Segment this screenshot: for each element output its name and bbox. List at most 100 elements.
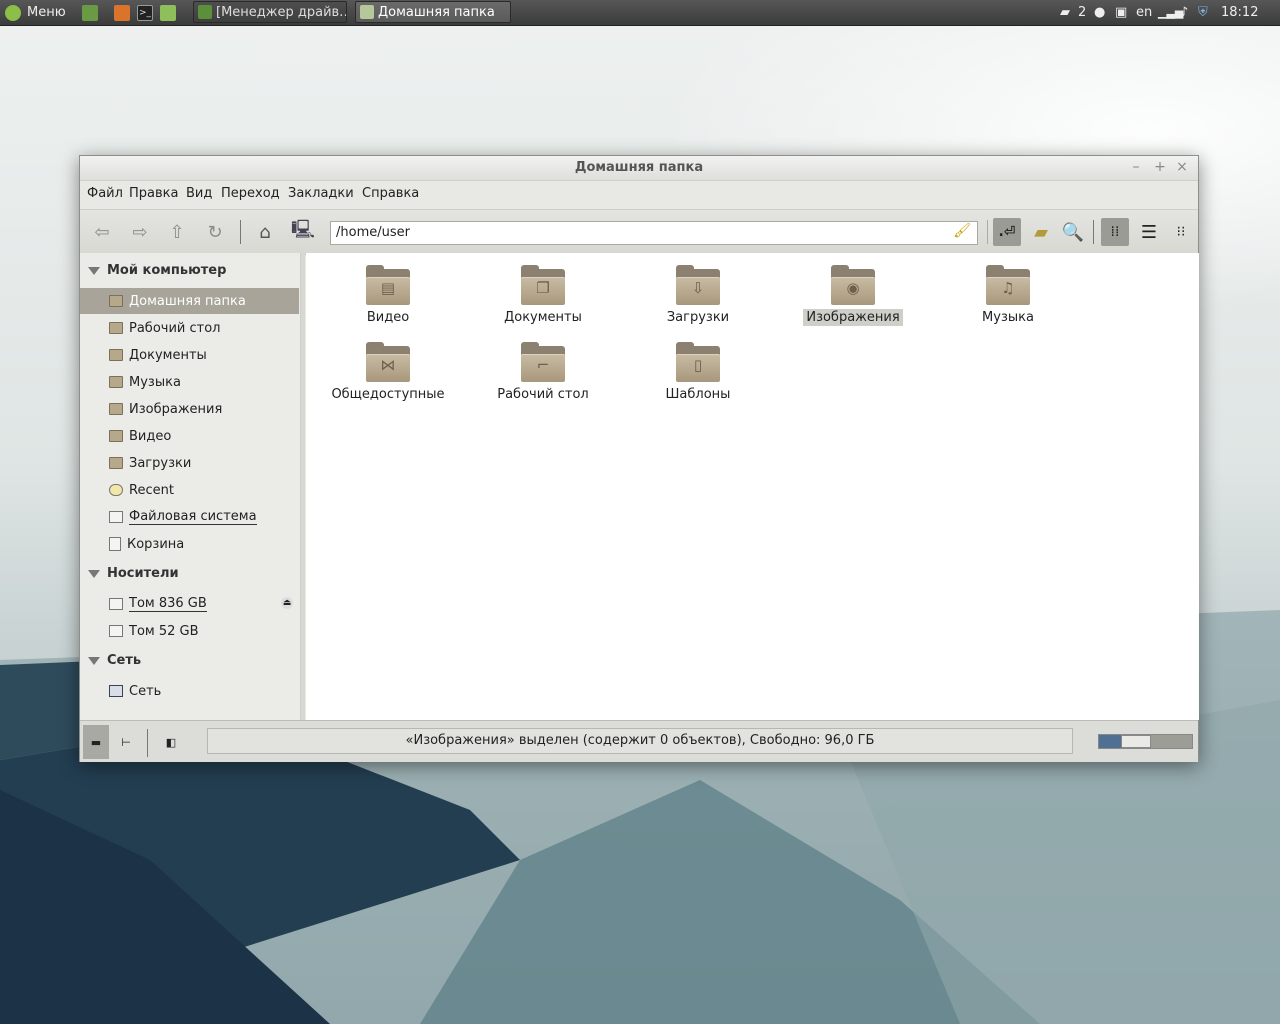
- sidebar-splitter[interactable]: [301, 253, 305, 720]
- sidebar-item-filesystem[interactable]: Файловая система: [80, 504, 299, 530]
- sidebar-item-videos[interactable]: Видео: [80, 423, 299, 449]
- zoom-handle[interactable]: [1121, 735, 1151, 748]
- toolbar-separator: [240, 220, 241, 244]
- up-button[interactable]: ⇧: [163, 218, 191, 246]
- user-applet[interactable]: ●: [1094, 0, 1105, 25]
- sidebar-item-label: Корзина: [127, 536, 185, 552]
- sidebar-item-pictures[interactable]: Изображения: [80, 396, 299, 422]
- new-folder-button[interactable]: ▰: [1027, 218, 1055, 246]
- file-label: Видео: [366, 310, 410, 325]
- file-label: Загрузки: [666, 310, 730, 325]
- sidebar-item-home[interactable]: Домашняя папка: [80, 288, 299, 314]
- clock-icon: [109, 484, 123, 496]
- keyboard-layout-applet[interactable]: en: [1136, 0, 1152, 25]
- file-label: Рабочий стол: [497, 387, 589, 402]
- show-tree-button[interactable]: ⊢: [113, 725, 139, 759]
- zoom-slider[interactable]: [1098, 734, 1193, 749]
- tree-icon: ⊢: [121, 735, 131, 749]
- expander-icon: [88, 656, 100, 665]
- section-title: Сеть: [107, 653, 142, 668]
- menu-button[interactable]: Меню: [5, 0, 66, 25]
- eject-icon[interactable]: ⏏: [281, 597, 293, 609]
- launcher-terminal[interactable]: >_: [137, 0, 153, 25]
- launcher-firefox[interactable]: [114, 0, 130, 25]
- file-item-public[interactable]: ⋈ Общедоступные: [323, 342, 453, 403]
- taskbar-home-folder[interactable]: Домашняя папка: [355, 1, 511, 23]
- back-button[interactable]: ⇦: [88, 218, 116, 246]
- removable-drives-applet[interactable]: ▣: [1115, 0, 1127, 25]
- sidebar-item-recent[interactable]: Recent: [80, 477, 299, 503]
- file-label: Общедоступные: [331, 387, 445, 402]
- menu-view[interactable]: Вид: [186, 186, 212, 201]
- menu-edit[interactable]: Правка: [129, 186, 178, 201]
- icon-view-button[interactable]: ⁞⁞: [1101, 218, 1129, 246]
- update-applet[interactable]: ⛨: [1198, 0, 1208, 25]
- grid-icon: ⁞⁞: [1110, 224, 1120, 240]
- sound-applet[interactable]: ♪: [1180, 0, 1188, 25]
- shield-icon: ⛨: [1198, 5, 1208, 20]
- file-item-music[interactable]: ♫ Музыка: [943, 265, 1073, 326]
- home-icon: ⌂: [259, 221, 271, 243]
- launcher-show-desktop[interactable]: [82, 0, 98, 25]
- show-places-button[interactable]: ▬: [83, 725, 109, 759]
- folder-documents-icon: [109, 349, 123, 361]
- sidebar-item-desktop[interactable]: Рабочий стол: [80, 315, 299, 341]
- file-item-downloads[interactable]: ⇩ Загрузки: [633, 265, 763, 326]
- close-button[interactable]: ×: [1174, 159, 1190, 175]
- file-item-pictures[interactable]: ◉ Изображения: [788, 265, 918, 326]
- sidebar-section-computer[interactable]: Мой компьютер: [88, 263, 226, 278]
- compact-view-button[interactable]: ⁝⁝: [1167, 218, 1195, 246]
- minimize-button[interactable]: –: [1128, 159, 1144, 175]
- notifications-applet[interactable]: ▰ 2: [1060, 0, 1086, 25]
- file-item-videos[interactable]: ▤ Видео: [323, 265, 453, 326]
- folder-icon: [360, 5, 374, 19]
- launcher-files[interactable]: [160, 0, 176, 25]
- sidebar-item-network[interactable]: Сеть: [80, 678, 299, 704]
- toggle-sidebar-button[interactable]: ◧: [158, 725, 184, 759]
- sidebar-item-label: Том 52 GB: [129, 623, 199, 639]
- toggle-location-entry-button[interactable]: .⏎: [993, 218, 1021, 246]
- menu-go[interactable]: Переход: [221, 186, 280, 201]
- terminal-icon: >_: [137, 4, 153, 21]
- sidebar-item-label: Recent: [129, 482, 174, 498]
- sidebar-section-network[interactable]: Сеть: [88, 653, 141, 668]
- sidebar-item-downloads[interactable]: Загрузки: [80, 450, 299, 476]
- file-view[interactable]: ▤ Видео ❐ Документы ⇩ Загрузки ◉ Изображ…: [306, 253, 1199, 720]
- clock[interactable]: 18:12: [1221, 0, 1258, 25]
- maximize-button[interactable]: +: [1152, 159, 1168, 175]
- location-bar[interactable]: /home/user 🖌: [330, 221, 978, 245]
- forward-button[interactable]: ⇨: [126, 218, 154, 246]
- sidebar-section-devices[interactable]: Носители: [88, 566, 179, 581]
- sidebar-item-volume-836[interactable]: Том 836 GB ⏏: [80, 591, 299, 617]
- list-view-button[interactable]: ☰: [1135, 218, 1163, 246]
- file-item-templates[interactable]: ▯ Шаблоны: [633, 342, 763, 403]
- sidebar-item-documents[interactable]: Документы: [80, 342, 299, 368]
- status-bar: ▬ ⊢ ◧ «Изображения» выделен (содержит 0 …: [80, 720, 1198, 762]
- folder-video-icon: [109, 430, 123, 442]
- sidebar-icon: ◧: [165, 735, 177, 749]
- menu-bookmarks[interactable]: Закладки: [288, 186, 354, 201]
- menu-file[interactable]: Файл: [87, 186, 123, 201]
- folder-documents-icon: ❐: [521, 265, 565, 305]
- window-titlebar[interactable]: Домашняя папка – + ×: [80, 156, 1198, 181]
- location-entry-icon: .⏎: [998, 224, 1016, 240]
- reload-button[interactable]: ↻: [201, 218, 229, 246]
- search-button[interactable]: 🔍: [1059, 218, 1087, 246]
- menu-help[interactable]: Справка: [362, 186, 419, 201]
- clock-time: 18:12: [1221, 5, 1259, 20]
- music-note-icon: ♪: [1180, 5, 1189, 20]
- sidebar-item-trash[interactable]: Корзина: [80, 531, 299, 557]
- task-label: [Менеджер драйв…: [216, 4, 347, 20]
- keyboard-layout: en: [1136, 5, 1153, 20]
- file-item-documents[interactable]: ❐ Документы: [478, 265, 608, 326]
- file-label: Музыка: [982, 310, 1034, 325]
- file-manager-window: Домашняя папка – + × Файл Правка Вид Пер…: [79, 155, 1199, 762]
- home-button[interactable]: ⌂: [251, 218, 279, 246]
- zoom-fill: [1099, 735, 1121, 748]
- file-item-desktop[interactable]: ⌐ Рабочий стол: [478, 342, 608, 403]
- computer-button[interactable]: 🖳: [289, 218, 317, 246]
- clear-location-icon[interactable]: 🖌: [953, 223, 971, 239]
- sidebar-item-volume-52[interactable]: Том 52 GB: [80, 618, 299, 644]
- sidebar-item-music[interactable]: Музыка: [80, 369, 299, 395]
- taskbar-driver-manager[interactable]: [Менеджер драйв…: [193, 1, 347, 23]
